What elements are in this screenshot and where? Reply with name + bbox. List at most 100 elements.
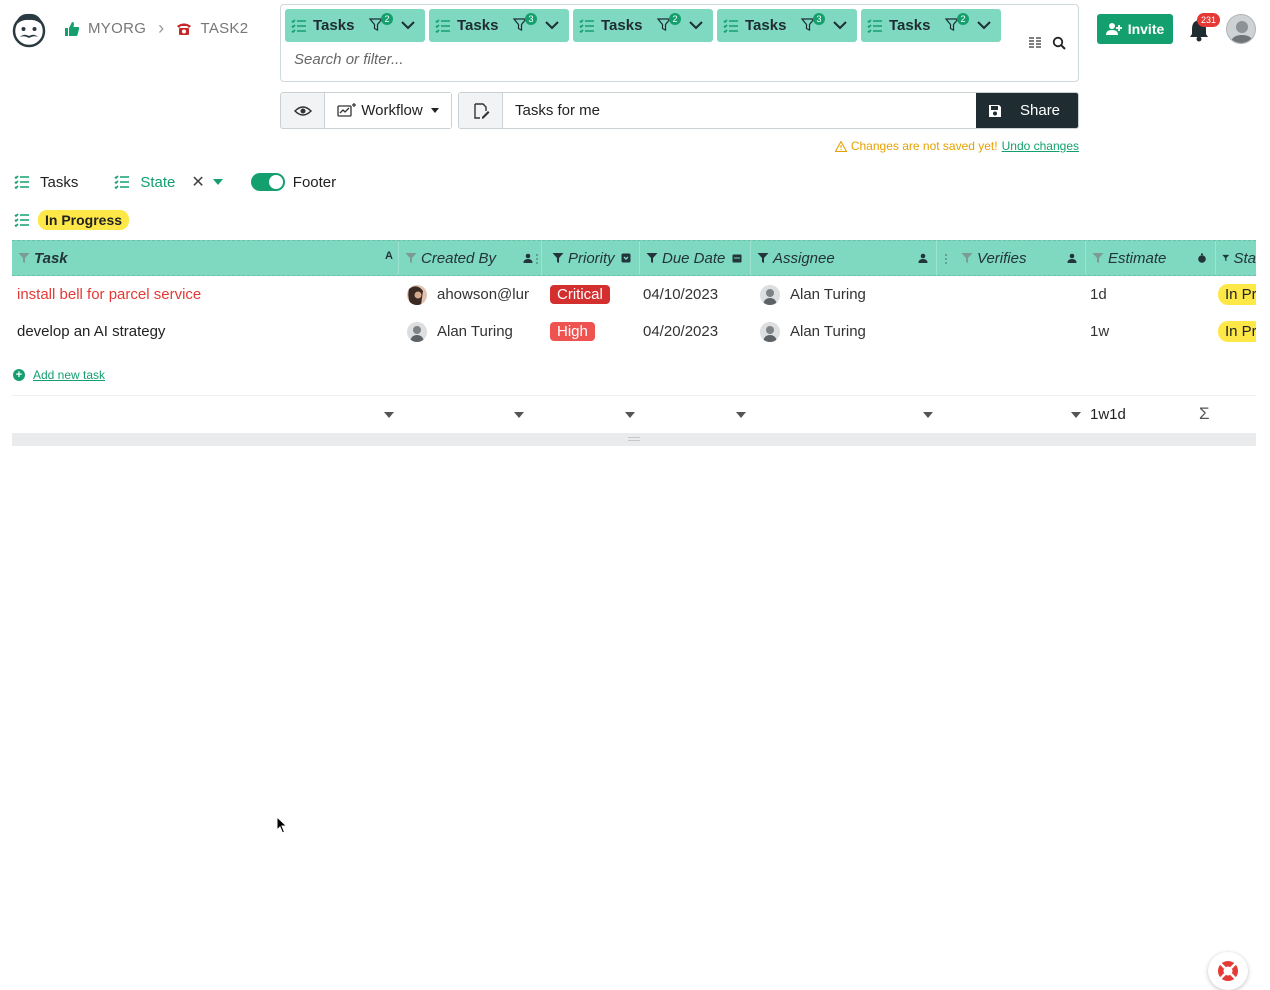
filter-count-badge: 2 [381, 13, 393, 25]
created-by-cell[interactable]: Alan Turing [407, 313, 529, 350]
estimate-cell[interactable]: 1w [1090, 313, 1210, 350]
remove-grouping-close-icon[interactable]: ✕ [191, 172, 204, 192]
search-icon[interactable] [1052, 36, 1066, 50]
task-name-cell[interactable]: develop an AI strategy [17, 313, 397, 350]
invite-button[interactable]: Invite [1097, 14, 1173, 44]
filter-count-badge: 2 [957, 13, 969, 25]
person-icon [918, 253, 928, 263]
chevron-down-icon[interactable] [833, 19, 847, 31]
view-name-field[interactable]: Tasks for me [503, 93, 976, 128]
chip-label: Tasks [745, 17, 787, 34]
filter-chip[interactable]: Tasks 2 [285, 9, 425, 42]
group-tasks-item[interactable]: Tasks [14, 174, 78, 191]
column-header-assignee[interactable]: Assignee [751, 241, 937, 275]
created-by-cell[interactable]: ahowson@lun [407, 276, 529, 313]
share-button[interactable]: Share [976, 93, 1078, 128]
chevron-down-icon[interactable] [977, 19, 991, 31]
chevron-down-icon[interactable] [401, 19, 415, 31]
due-date-cell[interactable]: 04/20/2023 [643, 313, 749, 350]
group-by-state-item[interactable]: State [114, 174, 175, 191]
chip-label: Tasks [313, 17, 355, 34]
filter-chip[interactable]: Tasks 3 [717, 9, 857, 42]
sort-indicator[interactable]: A [385, 250, 393, 262]
group-tasks-label: Tasks [40, 173, 79, 191]
aggregate-dropdown-icon[interactable] [736, 412, 746, 418]
filter-icon[interactable] [405, 252, 417, 264]
user-avatar[interactable] [1226, 14, 1256, 44]
estimate-cell[interactable]: 1d [1090, 276, 1210, 313]
column-header-state[interactable]: Sta [1216, 241, 1256, 275]
undo-changes-link[interactable]: Undo changes [1002, 139, 1079, 153]
filter-icon[interactable] [646, 252, 658, 264]
verifies-cell[interactable] [957, 276, 1085, 313]
aggregate-dropdown-icon[interactable] [923, 412, 933, 418]
add-new-task-link[interactable]: + Add new task [13, 368, 105, 382]
column-header-created-by[interactable]: Created By [399, 241, 542, 275]
caret-down-icon [430, 108, 439, 113]
rename-view-button[interactable] [459, 93, 503, 128]
table-row[interactable]: install bell for parcel service ahowson@… [12, 276, 1256, 313]
table-footer-row: 1w1d Σ [12, 395, 1256, 433]
aggregate-dropdown-icon[interactable] [384, 412, 394, 418]
filter-chip[interactable]: Tasks 2 [573, 9, 713, 42]
table-resize-handle[interactable] [12, 433, 1256, 446]
column-drag-handle-icon[interactable] [944, 253, 948, 265]
assignee-cell[interactable]: Alan Turing [760, 276, 940, 313]
column-header-due-date[interactable]: Due Date [640, 241, 751, 275]
task-list-icon [435, 18, 450, 33]
task-list-icon [579, 18, 594, 33]
priority-cell[interactable]: High [550, 313, 638, 350]
filter-icon[interactable] [757, 252, 769, 264]
app-logo[interactable] [10, 10, 48, 48]
footer-toggle[interactable] [250, 173, 285, 191]
chevron-down-icon[interactable] [689, 19, 703, 31]
task-list-icon [867, 18, 882, 33]
group-header[interactable]: In Progress [14, 210, 130, 230]
column-title: Priority [568, 249, 615, 267]
filter-chip[interactable]: Tasks 2 [861, 9, 1001, 42]
column-header-verifies[interactable]: Verifies [955, 241, 1086, 275]
column-drag-handle-icon[interactable] [535, 253, 539, 265]
task-list-icon [14, 213, 29, 227]
columns-icon[interactable] [1028, 36, 1042, 50]
priority-cell[interactable]: Critical [550, 276, 638, 313]
state-cell[interactable]: In Pr [1218, 276, 1256, 313]
aggregate-dropdown-icon[interactable] [514, 412, 524, 418]
column-header-priority[interactable]: Priority [546, 241, 640, 275]
estimate-total: 1w1d [1090, 406, 1126, 423]
filter-icon[interactable] [18, 252, 30, 264]
assignee-cell[interactable]: Alan Turing [760, 313, 940, 350]
task-name-cell[interactable]: install bell for parcel service [17, 276, 397, 313]
due-date-cell[interactable]: 04/10/2023 [643, 276, 749, 313]
sum-icon[interactable]: Σ [1199, 404, 1210, 424]
breadcrumb-org[interactable]: MYORG [88, 20, 146, 37]
search-input[interactable] [294, 51, 994, 68]
filter-icon[interactable] [552, 252, 564, 264]
state-cell[interactable]: In Pr [1218, 313, 1256, 350]
priority-badge: High [550, 322, 595, 341]
filter-chip[interactable]: Tasks 3 [429, 9, 569, 42]
task-list-icon [14, 175, 29, 189]
invite-label: Invite [1127, 21, 1165, 37]
table-row[interactable]: develop an AI strategy Alan Turing High … [12, 313, 1256, 350]
aggregate-dropdown-icon[interactable] [625, 412, 635, 418]
verifies-cell[interactable] [957, 313, 1085, 350]
column-header-task[interactable]: Task A [12, 241, 399, 275]
workflow-dropdown-button[interactable]: Workflow [325, 93, 451, 128]
filter-icon[interactable] [1222, 252, 1230, 264]
unsaved-message: Changes are not saved yet! [850, 139, 998, 153]
group-state-badge: In Progress [38, 210, 130, 230]
chevron-down-icon[interactable] [545, 19, 559, 31]
created-by-text: Alan Turing [437, 323, 513, 340]
breadcrumb-project[interactable]: TASK2 [200, 20, 248, 37]
save-icon [989, 104, 1001, 117]
help-widget-button[interactable] [1208, 952, 1248, 990]
search-filter-box[interactable]: Tasks 2 Tasks 3 Tasks 2 Tasks 3 Tasks 2 [280, 4, 1079, 82]
caret-down-icon[interactable] [212, 179, 223, 185]
aggregate-dropdown-icon[interactable] [1071, 412, 1081, 418]
eye-icon [293, 105, 312, 116]
filter-icon[interactable] [961, 252, 973, 264]
column-header-estimate[interactable]: Estimate [1086, 241, 1216, 275]
visibility-toggle-button[interactable] [281, 93, 325, 128]
filter-icon[interactable] [1092, 252, 1104, 264]
